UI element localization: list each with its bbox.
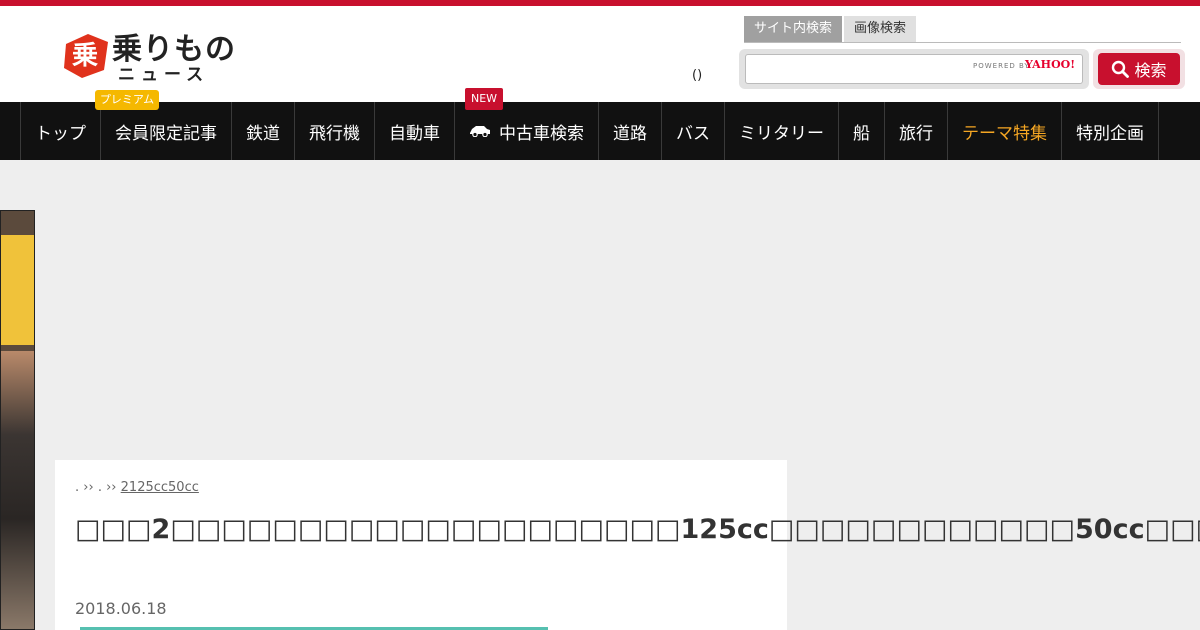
search-divider: [744, 42, 1181, 43]
nav-item-members[interactable]: 会員限定記事: [101, 102, 232, 160]
nav-item-roads[interactable]: 道路: [599, 102, 662, 160]
nav-item-used-car-label: 中古車検索: [499, 123, 584, 144]
search-button-label: 検索: [1134, 61, 1167, 80]
nav-item-theme-feature[interactable]: テーマ特集: [948, 102, 1062, 160]
nav-item-cars[interactable]: 自動車: [375, 102, 455, 160]
logo-text-sub: ニュース: [118, 65, 210, 85]
breadcrumb-separator: ››: [83, 480, 94, 495]
powered-by-text: POWERED BY: [973, 62, 1030, 70]
nav-item-military[interactable]: ミリタリー: [725, 102, 839, 160]
main-nav: トップ 会員限定記事 鉄道 飛行機 自動車 中古車検索 道路 バス ミリタリー …: [20, 102, 1180, 160]
search-tabs: サイト内検索 画像検索: [744, 16, 918, 42]
nav-item-used-car-search[interactable]: 中古車検索: [455, 102, 599, 160]
premium-badge: プレミアム: [95, 90, 159, 110]
breadcrumb-item[interactable]: .: [75, 480, 79, 495]
nav-item-top[interactable]: トップ: [20, 102, 101, 160]
user-status-text: (): [692, 68, 703, 83]
nav-item-railway[interactable]: 鉄道: [232, 102, 295, 160]
article-card: . ›› . ›› 2125cc50cc □□□2□□□□□□□□□□□□□□□…: [55, 460, 1200, 630]
side-banner-ad[interactable]: [0, 210, 35, 630]
ad-character-image: [1, 351, 34, 629]
breadcrumb-separator: ››: [106, 480, 117, 495]
logo-mark-icon: 乗: [64, 34, 108, 78]
ad-banner-band: [1, 235, 34, 345]
article-date: 2018.06.18: [75, 599, 167, 618]
nav-item-aircraft[interactable]: 飛行機: [295, 102, 375, 160]
breadcrumb-current[interactable]: 2125cc50cc: [121, 480, 265, 495]
search-icon: [1112, 60, 1130, 78]
site-header: 乗 乗りもの ニュース () サイト内検索 画像検索 POWERED BY YA…: [0, 6, 1200, 102]
article-title: □□□2□□□□□□□□□□□□□□□□□□□□125cc□□□□□□□□□□□…: [75, 514, 1200, 545]
nav-item-bus[interactable]: バス: [662, 102, 725, 160]
tab-image-search[interactable]: 画像検索: [844, 16, 917, 42]
search-button-wrap: 検索: [1093, 49, 1185, 89]
logo-kanji: 乗: [72, 41, 98, 71]
search-box: POWERED BY YAHOO!: [739, 49, 1089, 89]
nav-item-special[interactable]: 特別企画: [1062, 102, 1159, 160]
nav-item-ships[interactable]: 船: [839, 102, 885, 160]
car-icon: [470, 126, 490, 137]
nav-item-travel[interactable]: 旅行: [885, 102, 948, 160]
breadcrumb: . ›› . ›› 2125cc50cc: [75, 480, 265, 495]
tab-site-search[interactable]: サイト内検索: [744, 16, 843, 42]
breadcrumb-item[interactable]: .: [98, 480, 102, 495]
site-logo[interactable]: 乗 乗りもの ニュース: [60, 24, 235, 88]
new-badge: NEW: [465, 88, 503, 110]
yahoo-logo: YAHOO!: [1025, 58, 1076, 71]
search-button[interactable]: 検索: [1098, 53, 1180, 85]
